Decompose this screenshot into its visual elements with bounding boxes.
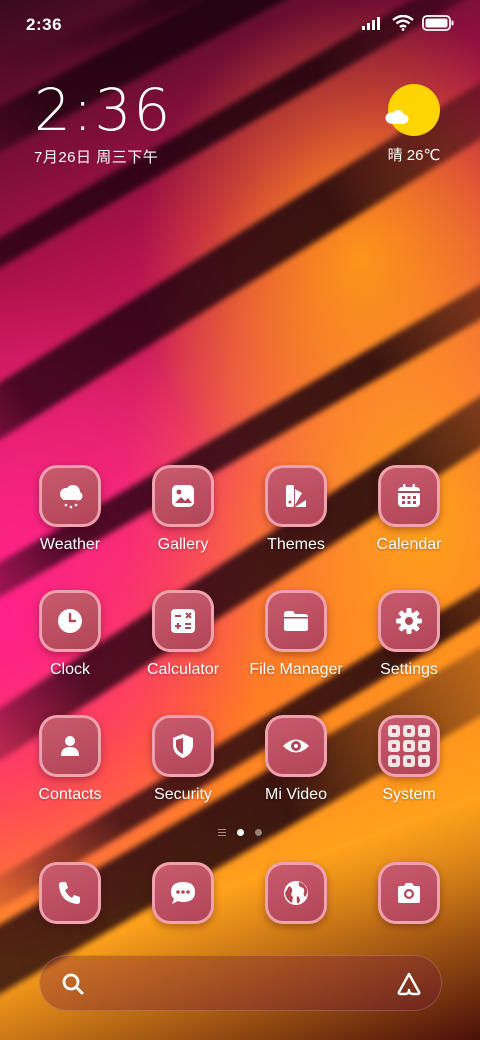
- browser-icon: [284, 881, 308, 905]
- calculator-icon: [171, 609, 195, 633]
- app-contacts[interactable]: Contacts: [15, 715, 125, 804]
- app-label: Security: [154, 786, 212, 803]
- weather-icon: [60, 485, 83, 509]
- app-themes[interactable]: Themes: [241, 465, 351, 554]
- app-mi-video[interactable]: Mi Video: [241, 715, 351, 804]
- folder-grid-icon: [388, 725, 430, 767]
- dock-messages[interactable]: [128, 862, 238, 924]
- widget-time: 2:36: [34, 76, 173, 144]
- app-label: Calculator: [146, 661, 220, 678]
- page-dot-active: [237, 829, 244, 836]
- eye-icon: [283, 739, 309, 753]
- page-indicator[interactable]: [0, 829, 480, 836]
- app-label: Weather: [39, 536, 101, 553]
- search-bar[interactable]: [39, 955, 442, 1011]
- battery-icon: [422, 15, 454, 31]
- app-settings[interactable]: Settings: [354, 590, 464, 679]
- status-time: 2:36: [26, 15, 63, 34]
- app-system-folder[interactable]: System: [354, 715, 464, 804]
- dock-camera[interactable]: [354, 862, 464, 924]
- app-gallery[interactable]: Gallery: [128, 465, 238, 554]
- gear-icon: [396, 608, 422, 634]
- contacts-icon: [61, 736, 79, 756]
- app-label: Calendar: [376, 536, 442, 553]
- app-weather[interactable]: Weather: [15, 465, 125, 554]
- app-label: System: [382, 786, 436, 803]
- camera-icon: [398, 883, 420, 903]
- app-label: Gallery: [157, 536, 209, 553]
- themes-icon: [286, 485, 306, 507]
- page-dot: [255, 829, 262, 836]
- app-label: Settings: [380, 661, 438, 678]
- weather-text: 晴 26℃: [387, 147, 441, 164]
- app-label: Contacts: [38, 786, 102, 803]
- sun-cloud-icon: [385, 84, 440, 136]
- app-security[interactable]: Security: [128, 715, 238, 804]
- assistant-icon[interactable]: [395, 970, 423, 998]
- app-calculator[interactable]: Calculator: [128, 590, 238, 679]
- app-label: File Manager: [249, 661, 343, 678]
- shield-icon: [173, 734, 193, 758]
- app-label: Themes: [267, 536, 325, 553]
- dock-browser[interactable]: [241, 862, 351, 924]
- app-clock[interactable]: Clock: [15, 590, 125, 679]
- weather-widget[interactable]: 晴 26℃: [384, 84, 444, 165]
- app-calendar[interactable]: Calendar: [354, 465, 464, 554]
- dock-phone[interactable]: [15, 862, 125, 924]
- signal-icon: [362, 17, 380, 30]
- app-label: Clock: [49, 661, 90, 678]
- app-file-manager[interactable]: File Manager: [241, 590, 351, 679]
- page-menu-icon: [218, 829, 226, 836]
- status-icons: [362, 15, 454, 31]
- clock-widget[interactable]: 2:36 7月26日 周三下午: [34, 78, 172, 167]
- app-label: Mi Video: [265, 786, 327, 803]
- search-icon[interactable]: [60, 971, 86, 997]
- widget-date: 7月26日 周三下午: [34, 149, 159, 166]
- wifi-icon: [392, 15, 414, 31]
- folder-icon: [284, 611, 308, 631]
- phone-icon: [59, 882, 80, 904]
- calendar-icon: [398, 484, 420, 507]
- status-bar: 2:36: [0, 0, 480, 50]
- clock-icon: [58, 609, 82, 633]
- gallery-icon: [172, 485, 194, 507]
- messages-icon: [171, 882, 195, 904]
